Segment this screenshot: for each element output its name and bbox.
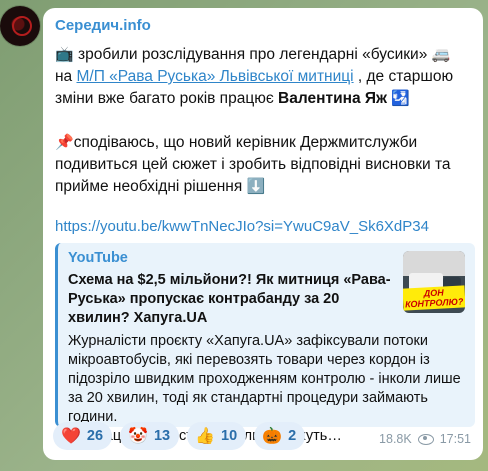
thumbs-up-icon: 👍: [195, 428, 216, 445]
message-bubble: Середич.info 📺 зробили розслідування про…: [43, 8, 483, 460]
eye-icon: [417, 433, 434, 445]
down-arrow-icon: ⬇️: [246, 178, 266, 195]
person-name: Валентина Яж: [278, 90, 388, 107]
reaction-count: 2: [288, 428, 297, 444]
reaction-count: 26: [86, 428, 104, 444]
passport-control-icon: 🛂: [387, 90, 410, 107]
paragraph-1: 📺 зробили розслідування про легендарні «…: [55, 44, 471, 110]
clown-icon: 🤡: [128, 428, 148, 445]
reaction-count: 13: [153, 428, 171, 444]
message-time: 17:51: [439, 432, 471, 446]
van-icon: 🚐: [431, 46, 451, 63]
p1-text-2: на: [55, 68, 77, 85]
checkpoint-link[interactable]: М/П «Рава Руська» Львівської митниці: [77, 68, 354, 85]
message-meta: 18.8K 17:51: [379, 432, 471, 446]
preview-title: Схема на $2,5 мільйони?! Як митниця «Рав…: [68, 272, 391, 326]
heart-icon: ❤️: [61, 428, 81, 445]
reaction-count: 10: [221, 428, 238, 444]
reaction-clown[interactable]: 🤡 13: [120, 422, 180, 450]
link-preview-card[interactable]: YouTube Схема на $2,5 мільйони?! Як митн…: [55, 243, 475, 444]
message-text: 📺 зробили розслідування про легендарні «…: [55, 44, 471, 198]
pumpkin-icon: 🎃: [262, 428, 283, 445]
paragraph-2: 📌сподіваюсь, що новий керівник Держмитсл…: [55, 132, 471, 198]
channel-avatar[interactable]: [0, 6, 40, 46]
reaction-pumpkin[interactable]: 🎃 2: [254, 422, 306, 450]
view-count: 18.8K: [379, 432, 412, 446]
youtube-url-link[interactable]: https://youtu.be/kwwTnNecJIo?si=YwuC9aV_…: [55, 218, 429, 235]
reaction-thumbs-up[interactable]: 👍 10: [187, 422, 247, 450]
channel-name[interactable]: Середич.info: [55, 16, 471, 36]
reactions-bar: ❤️ 26 🤡 13 👍 10 🎃 2: [53, 422, 306, 450]
pin-icon: 📌: [55, 134, 74, 151]
tv-icon: 📺: [55, 46, 74, 63]
preview-thumbnail[interactable]: ДОН КОНТРОЛЮ?: [403, 251, 465, 313]
p1-text-1: зробили розслідування про легендарні «бу…: [73, 46, 432, 63]
reaction-heart[interactable]: ❤️ 26: [53, 422, 113, 450]
thumb-banner-text: ДОН КОНТРОЛЮ?: [403, 285, 465, 311]
